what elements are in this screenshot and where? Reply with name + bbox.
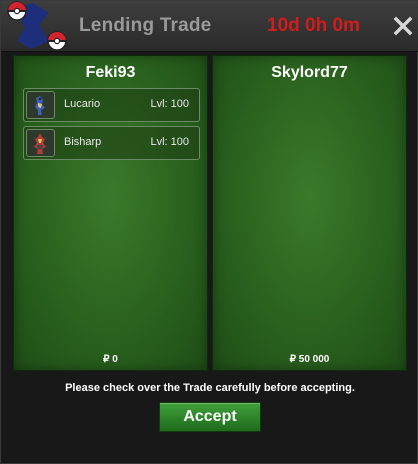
pokemon-slot-bisharp[interactable]: Bisharp Lvl: 100 [23, 126, 200, 160]
money-offer-right: ₽ 50 000 [289, 354, 330, 365]
title-bar[interactable]: Lending Trade 10d 0h 0m [1, 1, 418, 52]
pokemon-level: Lvl: 100 [150, 98, 189, 110]
accept-button-label: Accept [183, 408, 237, 425]
lucario-sprite-icon [26, 91, 55, 119]
player-name-left: Feki93 [85, 64, 136, 81]
offer-panel-right: Skylord77 ₽ 50 000 [212, 55, 407, 371]
pokemon-name: Lucario [64, 98, 101, 110]
accept-button[interactable]: Accept [159, 402, 261, 432]
money-offer-left: ₽ 0 [103, 354, 118, 365]
pokemon-slot-lucario[interactable]: Lucario Lvl: 100 [23, 88, 200, 122]
offer-panel-left: Feki93 Lucario Lvl: 100 Bisharp Lvl: 100… [13, 55, 208, 371]
lending-trade-window: Lending Trade 10d 0h 0m Feki93 Lucario L… [0, 0, 418, 464]
player-name-right: Skylord77 [271, 64, 348, 81]
window-title: Lending Trade [79, 15, 212, 36]
bisharp-sprite-icon [26, 129, 55, 157]
pokeball-logo-icon [7, 1, 67, 51]
trade-timer: 10d 0h 0m [267, 15, 360, 36]
pokemon-name: Bisharp [64, 136, 102, 148]
trade-notice: Please check over the Trade carefully be… [65, 382, 355, 394]
pokemon-level: Lvl: 100 [150, 136, 189, 148]
close-icon[interactable] [393, 15, 413, 37]
